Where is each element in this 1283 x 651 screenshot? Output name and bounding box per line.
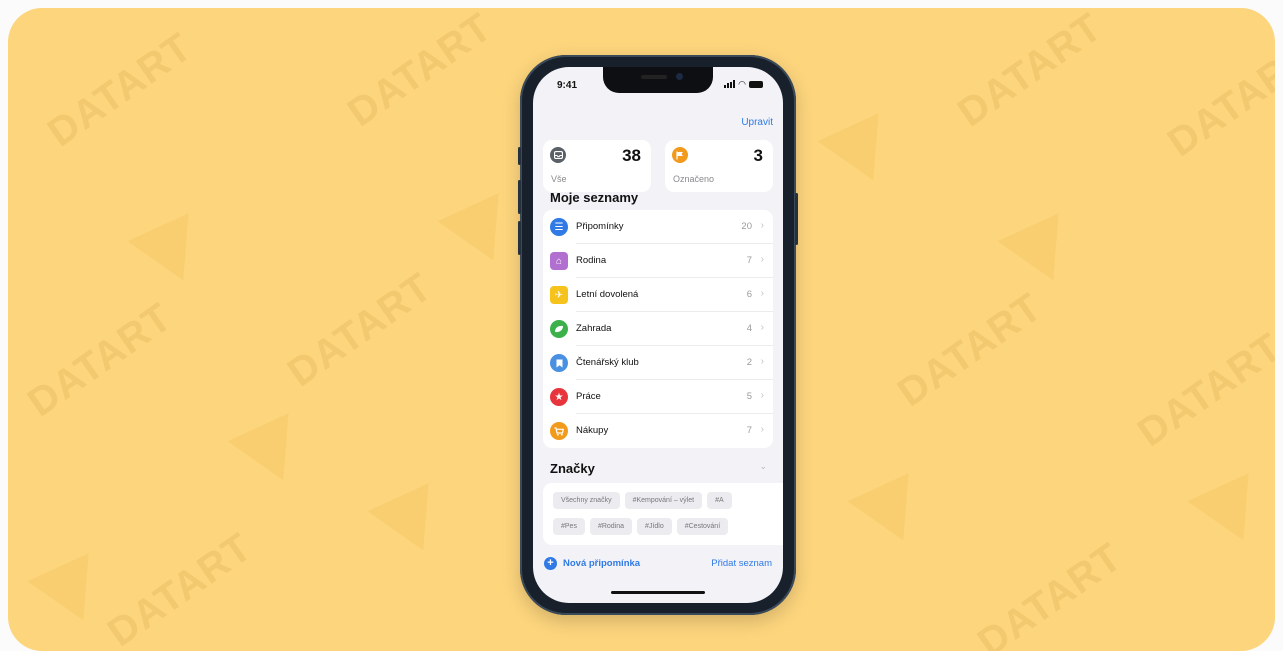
phone-frame: 9:41 ◠ Upravit 38 Vše 3 Označeno Moje se… (518, 55, 798, 615)
status-time: 9:41 (557, 80, 578, 91)
new-reminder-button[interactable]: + Nová připomínka (544, 557, 640, 570)
chevron-right-icon: › (760, 254, 764, 265)
list-item-label: Nákupy (576, 425, 609, 436)
chevron-right-icon: › (760, 424, 764, 435)
list-item-label: Práce (576, 391, 601, 402)
airplane-icon: ✈ (550, 286, 568, 304)
smart-list-flagged-card[interactable]: 3 Označeno (665, 140, 773, 192)
list-item-label: Rodina (576, 255, 607, 266)
bookmark-icon (550, 354, 568, 372)
tags-container: Všechny značky #Kempování – výlet #A #Pe… (543, 483, 783, 545)
my-lists: ☰ Připomínky 20 › ⌂ Rodina 7 › ✈ Letní d… (543, 210, 773, 448)
list-item-label: Čtenářský klub (576, 357, 639, 368)
list-item-label: Zahrada (576, 323, 612, 334)
all-label: Vše (551, 174, 567, 184)
list-item-zahrada[interactable]: Zahrada 4 › (543, 312, 773, 346)
tag-chip[interactable]: #Kempování – výlet (624, 492, 703, 509)
chevron-right-icon: › (760, 322, 764, 333)
tag-chip[interactable]: #Rodina (589, 518, 633, 535)
my-lists-title: Moje seznamy (550, 190, 639, 205)
flagged-label: Označeno (673, 174, 715, 184)
tag-chip[interactable]: #Cestování (676, 518, 729, 535)
list-item-nakupy[interactable]: Nákupy 7 › (543, 414, 773, 448)
list-item-letni-dovolena[interactable]: ✈ Letní dovolená 6 › (543, 278, 773, 312)
chevron-right-icon: › (760, 220, 764, 231)
list-item-count: 7 (746, 255, 752, 266)
all-count: 38 (622, 146, 641, 165)
flag-icon (672, 147, 688, 163)
plus-icon: + (544, 557, 557, 570)
list-item-count: 5 (746, 391, 752, 402)
star-icon: ★ (550, 388, 568, 406)
chevron-right-icon: › (760, 288, 764, 299)
leaf-icon (550, 320, 568, 338)
status-icons: ◠ (724, 79, 763, 89)
home-indicator (611, 591, 705, 594)
list-item-ctenarsky-klub[interactable]: Čtenářský klub 2 › (543, 346, 773, 380)
list-item-count: 7 (746, 425, 752, 436)
chevron-right-icon: › (760, 390, 764, 401)
smart-list-all-card[interactable]: 38 Vše (543, 140, 651, 192)
tag-chip[interactable]: #A (707, 492, 732, 509)
notch (603, 67, 713, 93)
battery-icon (749, 80, 763, 88)
list-item-label: Připomínky (576, 221, 624, 232)
chevron-right-icon: › (760, 356, 764, 367)
new-reminder-label: Nová připomínka (563, 558, 641, 569)
list-item-count: 2 (746, 357, 752, 368)
bottom-toolbar: + Nová připomínka Přidat seznam (533, 553, 783, 575)
list-item-count: 4 (746, 323, 752, 334)
add-list-button[interactable]: Přidat seznam (711, 558, 772, 569)
tray-icon (550, 147, 566, 163)
list-item-prace[interactable]: ★ Práce 5 › (543, 380, 773, 414)
tag-chip[interactable]: #Jídlo (637, 518, 672, 535)
background-canvas: DATART DATART DATART DATART DATART DATAR… (8, 8, 1275, 651)
house-icon: ⌂ (550, 252, 568, 270)
signal-icon (724, 80, 736, 88)
list-icon: ☰ (550, 218, 568, 236)
list-item-rodina[interactable]: ⌂ Rodina 7 › (543, 244, 773, 278)
tag-chip[interactable]: #Pes (553, 518, 585, 535)
cart-icon (550, 422, 568, 440)
chevron-down-icon[interactable]: ⌄ (759, 461, 767, 472)
list-item-count: 20 (741, 221, 752, 232)
phone-screen: 9:41 ◠ Upravit 38 Vše 3 Označeno Moje se… (533, 67, 783, 603)
list-item-pripominky[interactable]: ☰ Připomínky 20 › (543, 210, 773, 244)
list-item-count: 6 (746, 289, 752, 300)
flagged-count: 3 (753, 146, 763, 165)
tags-title: Značky (550, 461, 595, 476)
tag-chip[interactable]: Všechny značky (553, 492, 620, 509)
wifi-icon: ◠ (738, 79, 746, 89)
list-item-label: Letní dovolená (576, 289, 639, 300)
edit-button[interactable]: Upravit (741, 117, 773, 128)
